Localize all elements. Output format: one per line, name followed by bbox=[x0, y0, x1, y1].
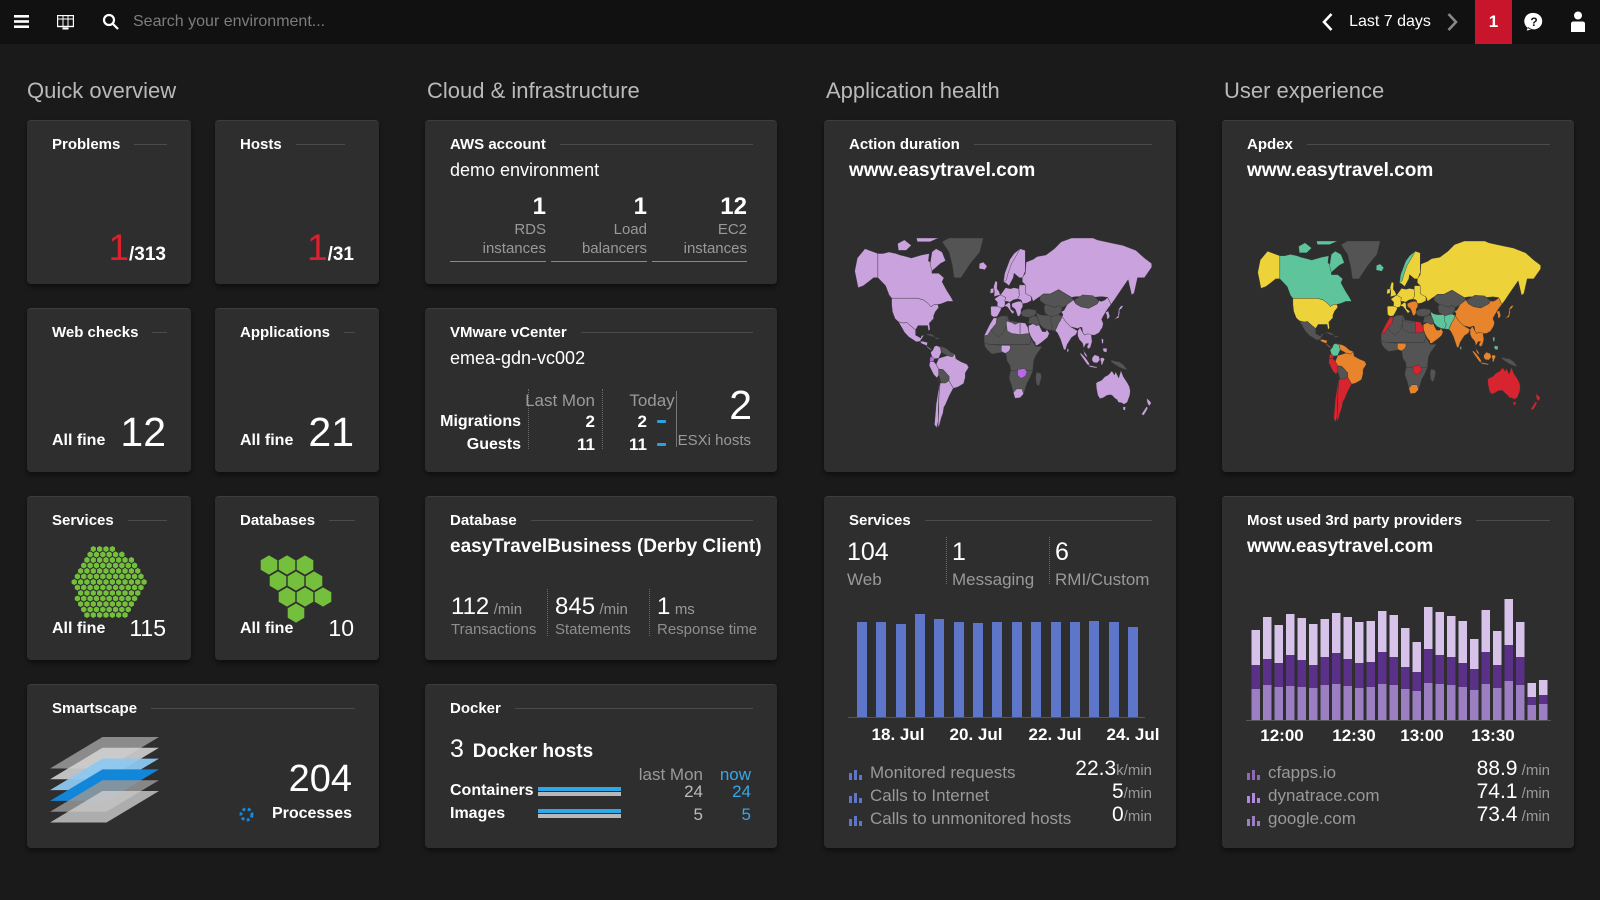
svg-text:?: ? bbox=[1530, 15, 1537, 29]
